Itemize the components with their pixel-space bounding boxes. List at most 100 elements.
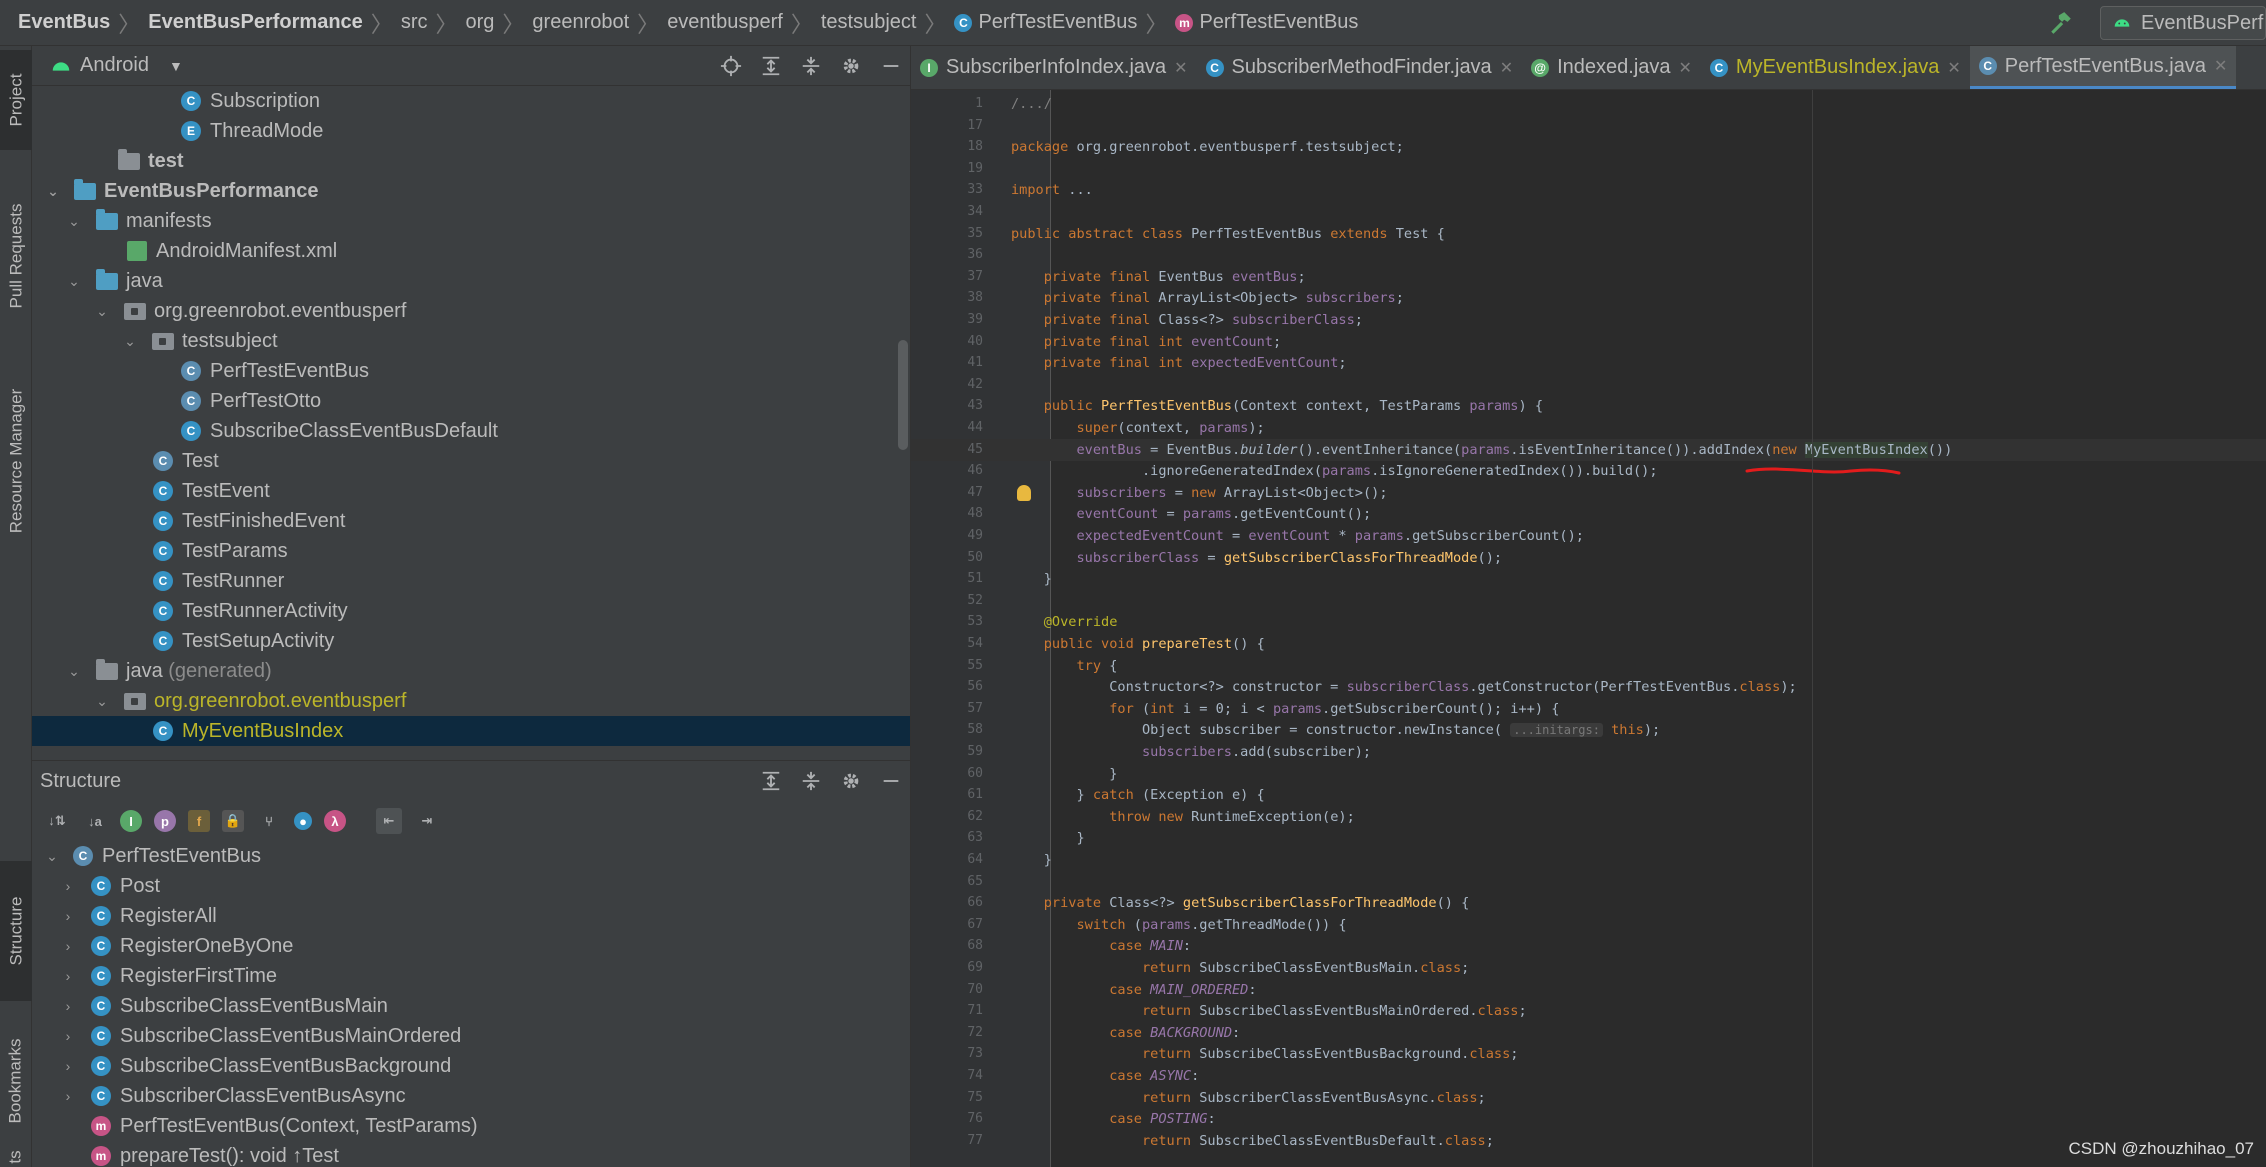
collapse-all-icon[interactable] <box>800 55 822 77</box>
chevron-right-icon[interactable]: › <box>46 968 90 984</box>
structure-item-constructor[interactable]: m PerfTestEventBus(Context, TestParams) <box>32 1111 910 1141</box>
locate-icon[interactable] <box>720 55 742 77</box>
close-icon[interactable]: ✕ <box>2214 56 2227 76</box>
code-line[interactable]: 74 case ASYNC: <box>911 1065 2266 1087</box>
code-line[interactable]: 70 case MAIN_ORDERED: <box>911 979 2266 1001</box>
breadcrumb-org[interactable]: org <box>466 11 495 34</box>
autoscroll-from-source-icon[interactable]: ⇥ <box>414 808 440 834</box>
structure-tool-tab[interactable]: Structure <box>0 861 32 1001</box>
code-line[interactable]: 63 } <box>911 827 2266 849</box>
hide-panel-icon[interactable] <box>880 770 902 792</box>
code-line[interactable]: 66 private Class<?> getSubscriberClassFo… <box>911 892 2266 914</box>
close-icon[interactable]: ✕ <box>1947 58 1960 78</box>
breadcrumb-testsubject[interactable]: testsubject <box>821 11 917 34</box>
code-line[interactable]: 52 <box>911 590 2266 612</box>
code-line[interactable]: 55 try { <box>911 655 2266 677</box>
project-tool-tab[interactable]: Project <box>0 50 32 150</box>
code-area[interactable]: 1 /.../ 17 18 package org.greenrobot.eventbu… <box>911 90 2266 1167</box>
code-line[interactable]: 58 Object subscriber = constructor.newIn… <box>911 719 2266 741</box>
code-line[interactable]: 67 switch (params.getThreadMode()) { <box>911 914 2266 936</box>
tab-indexed[interactable]: @ Indexed.java ✕ <box>1522 46 1701 89</box>
chevron-down-icon[interactable]: ⌄ <box>108 333 152 350</box>
code-line[interactable]: 34 <box>911 201 2266 223</box>
code-line[interactable]: 33 import ... <box>911 179 2266 201</box>
chevron-down-icon[interactable]: ⌄ <box>32 848 72 865</box>
structure-item-main[interactable]: › C SubscribeClassEventBusMain <box>32 991 910 1021</box>
code-line[interactable]: 49 expectedEventCount = eventCount * par… <box>911 525 2266 547</box>
code-line[interactable]: 1 /.../ <box>911 93 2266 115</box>
autoscroll-to-source-icon[interactable]: ⇤ <box>376 808 402 834</box>
chevron-right-icon[interactable]: › <box>46 908 90 924</box>
pull-requests-tool-tab[interactable]: Pull Requests <box>0 166 32 346</box>
code-line[interactable]: 75 return SubscriberClassEventBusAsync.c… <box>911 1087 2266 1109</box>
tree-item-test-folder[interactable]: test <box>32 146 910 176</box>
code-line[interactable]: 65 <box>911 871 2266 893</box>
tree-item-testparams[interactable]: C TestParams <box>32 536 910 566</box>
code-line[interactable]: 40 private final int eventCount; <box>911 331 2266 353</box>
structure-item-background[interactable]: › C SubscribeClassEventBusBackground <box>32 1051 910 1081</box>
code-line[interactable]: 18 package org.greenrobot.eventbusperf.te… <box>911 136 2266 158</box>
bookmarks-tool-tab[interactable]: Bookmarks <box>0 1016 32 1146</box>
show-properties-icon[interactable]: p <box>154 810 176 832</box>
code-line[interactable]: 64 } <box>911 849 2266 871</box>
breadcrumb-eventbusperf[interactable]: eventbusperf <box>667 11 783 34</box>
code-line[interactable]: 76 case POSTING: <box>911 1108 2266 1130</box>
lambda-icon[interactable]: λ <box>324 810 346 832</box>
tree-item-package[interactable]: ⌄ org.greenrobot.eventbusperf <box>32 296 910 326</box>
tree-item-testfinishedevent[interactable]: C TestFinishedEvent <box>32 506 910 536</box>
tree-item-testevent[interactable]: C TestEvent <box>32 476 910 506</box>
code-line[interactable]: 48 eventCount = params.getEventCount(); <box>911 503 2266 525</box>
tree-item-perftesteventbus[interactable]: C PerfTestEventBus <box>32 356 910 386</box>
chevron-right-icon[interactable]: › <box>46 938 90 954</box>
code-line[interactable]: 57 for (int i = 0; i < params.getSubscri… <box>911 698 2266 720</box>
sort-alphabetically-icon[interactable]: ↓a <box>82 808 108 834</box>
show-inherited-icon[interactable]: I <box>120 810 142 832</box>
code-line[interactable]: 41 private final int expectedEventCount; <box>911 352 2266 374</box>
structure-item-mainordered[interactable]: › C SubscribeClassEventBusMainOrdered <box>32 1021 910 1051</box>
code-line[interactable]: 59 subscribers.add(subscriber); <box>911 741 2266 763</box>
run-configuration-selector[interactable]: EventBusPerf <box>2100 6 2266 40</box>
expand-all-icon[interactable] <box>760 55 782 77</box>
tree-item-testsubject[interactable]: ⌄ testsubject <box>32 326 910 356</box>
close-icon[interactable]: ✕ <box>1500 58 1513 78</box>
gear-icon[interactable] <box>840 55 862 77</box>
chevron-right-icon[interactable]: › <box>46 878 90 894</box>
code-line[interactable]: 77 return SubscribeClassEventBusDefault.… <box>911 1130 2266 1152</box>
tab-subscriberinfoindex[interactable]: I SubscriberInfoIndex.java ✕ <box>911 46 1197 89</box>
structure-item-registerfirsttime[interactable]: › C RegisterFirstTime <box>32 961 910 991</box>
code-line[interactable]: 72 case BACKGROUND: <box>911 1022 2266 1044</box>
code-line[interactable]: 46 .ignoreGeneratedIndex(params.isIgnore… <box>911 460 2266 482</box>
view-mode-selector[interactable]: Android <box>80 54 149 77</box>
code-line[interactable]: 73 return SubscribeClassEventBusBackgrou… <box>911 1043 2266 1065</box>
resource-manager-tool-tab[interactable]: Resource Manager <box>0 366 32 556</box>
tree-item-testsetupactivity[interactable]: C TestSetupActivity <box>32 626 910 656</box>
breadcrumb-module[interactable]: EventBusPerformance <box>148 11 363 34</box>
dropdown-arrow-icon[interactable]: ▼ <box>169 58 183 74</box>
breadcrumb-greenrobot[interactable]: greenrobot <box>532 11 629 34</box>
tree-item-threadmode[interactable]: E ThreadMode <box>32 116 910 146</box>
chevron-down-icon[interactable]: ⌄ <box>32 183 74 200</box>
code-line[interactable]: 53 @Override <box>911 611 2266 633</box>
show-anonymous-icon[interactable]: ● <box>294 812 312 830</box>
tree-item-myeventbusindex[interactable]: C MyEventBusIndex <box>32 716 910 746</box>
tree-item-perftestotto[interactable]: C PerfTestOtto <box>32 386 910 416</box>
tree-item-test[interactable]: C Test <box>32 446 910 476</box>
code-line[interactable]: 36 <box>911 244 2266 266</box>
tree-item-testrunneractivity[interactable]: C TestRunnerActivity <box>32 596 910 626</box>
close-icon[interactable]: ✕ <box>1174 58 1187 78</box>
structure-item-registeronebyone[interactable]: › C RegisterOneByOne <box>32 931 910 961</box>
structure-item-registerall[interactable]: › C RegisterAll <box>32 901 910 931</box>
tree-item-manifests[interactable]: ⌄ manifests <box>32 206 910 236</box>
tab-myeventbusindex[interactable]: C MyEventBusIndex.java ✕ <box>1701 46 1970 89</box>
code-line[interactable]: 68 case MAIN: <box>911 935 2266 957</box>
code-line[interactable]: 17 <box>911 115 2266 137</box>
structure-item-preparetest[interactable]: m prepareTest(): void ↑Test <box>32 1141 910 1167</box>
tree-item-subscription[interactable]: C Subscription <box>32 86 910 116</box>
structure-item-root[interactable]: ⌄ C PerfTestEventBus <box>32 841 910 871</box>
collapse-all-icon[interactable] <box>800 770 822 792</box>
code-line[interactable]: 45 eventBus = EventBus.builder().eventIn… <box>911 438 2266 461</box>
show-lambdas-icon[interactable]: ⑂ <box>256 808 282 834</box>
code-line[interactable]: 44 super(context, params); <box>911 417 2266 439</box>
code-line[interactable]: 71 return SubscribeClassEventBusMainOrde… <box>911 1000 2266 1022</box>
breadcrumb-eventbus[interactable]: EventBus <box>18 11 110 34</box>
